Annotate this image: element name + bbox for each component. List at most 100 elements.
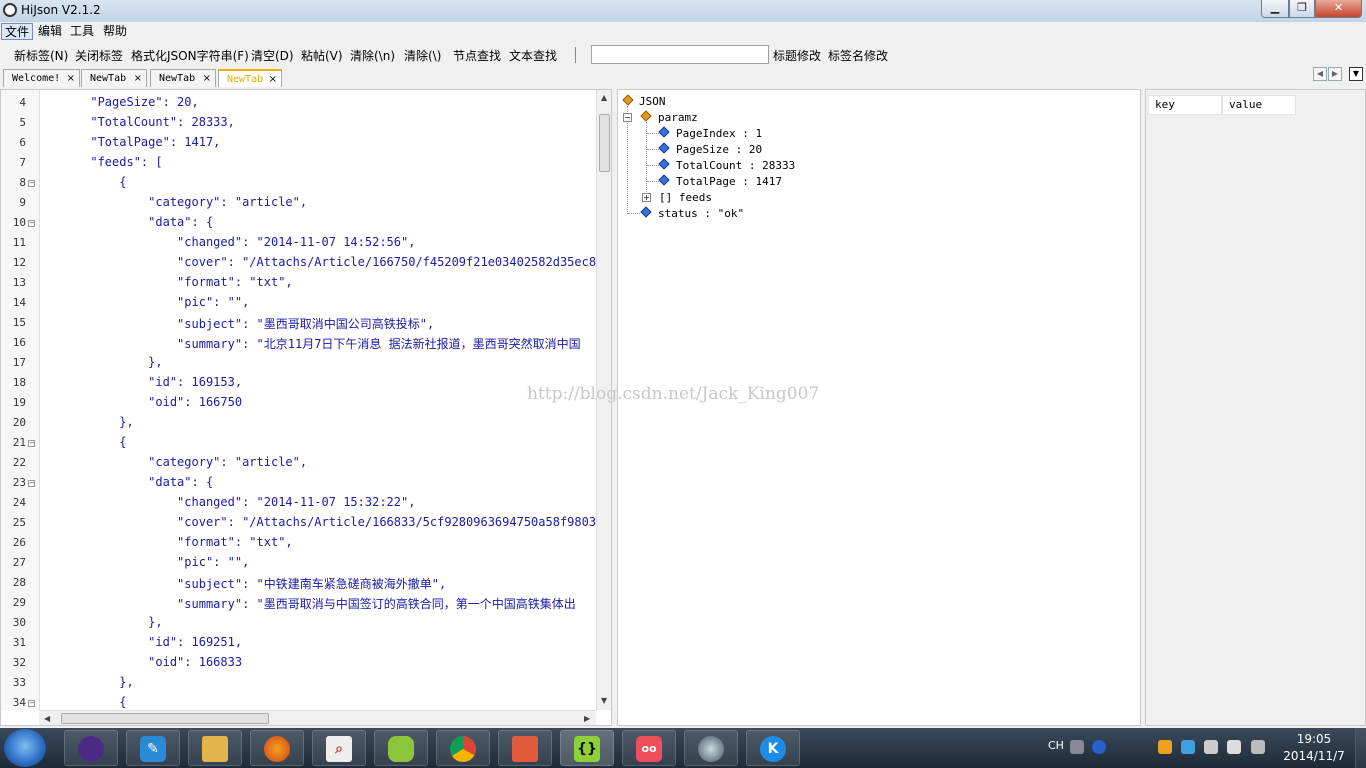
start-button[interactable] (4, 729, 46, 767)
json-tree-panel[interactable]: JSON − paramz PageIndex : 1 PageSize : 2… (617, 89, 1141, 726)
clock-date[interactable]: 2014/11/7 (1280, 749, 1348, 763)
key-column-header[interactable]: key (1148, 95, 1222, 115)
volume-icon[interactable] (1227, 740, 1241, 754)
object-node-icon (640, 110, 652, 122)
tree-guide-line (627, 106, 628, 214)
scroll-left-icon[interactable]: ◀ (44, 714, 50, 723)
tab-bar: Welcome! × NewTab × NewTab × NewTab × ◀ ▶ ▼ (0, 67, 1366, 88)
tab-close-icon[interactable]: × (67, 70, 75, 87)
horizontal-scroll-thumb[interactable] (61, 713, 269, 724)
network-app-icon[interactable] (1181, 740, 1195, 754)
tree-node-pagesize[interactable]: PageSize : 20 (676, 143, 762, 156)
node-find-button[interactable]: 节点查找 (453, 47, 501, 64)
remove-backslash-button[interactable]: 清除(\) (404, 47, 441, 64)
code-line: "data": { (47, 215, 214, 229)
tree-root[interactable]: JSON (639, 95, 666, 108)
taskbar-explorer[interactable] (188, 730, 242, 766)
scroll-up-icon[interactable]: ▲ (601, 93, 607, 102)
root-node-icon (622, 94, 634, 106)
tab-scroll-left-icon[interactable]: ◀ (1313, 67, 1327, 81)
code-line: "pic": "", (47, 555, 250, 569)
scroll-down-icon[interactable]: ▼ (601, 696, 607, 705)
paste-button[interactable]: 粘帖(V) (301, 47, 343, 64)
vertical-scroll-thumb[interactable] (599, 114, 610, 172)
taskbar-kugou[interactable]: K (746, 730, 800, 766)
maximize-button[interactable]: ❐ (1289, 0, 1315, 18)
search-input[interactable] (591, 45, 769, 64)
expand-icon[interactable]: + (642, 193, 651, 202)
value-node-icon (658, 142, 670, 154)
menu-tools[interactable]: 工具 (67, 23, 97, 40)
scroll-right-icon[interactable]: ▶ (584, 714, 590, 723)
toolbar-separator (575, 47, 576, 63)
code-line: "subject": "中铁建南车紧急磋商被海外撤单", (47, 577, 447, 591)
taskbar-eclipse[interactable] (64, 730, 118, 766)
code-line: "data": { (47, 475, 214, 489)
tab-newtab-2[interactable]: NewTab × (150, 69, 216, 87)
tab-close-icon[interactable]: × (134, 70, 142, 87)
clear-button[interactable]: 清空(D) (251, 47, 294, 64)
menu-file[interactable]: 文件 (1, 23, 34, 40)
tab-scroll-right-icon[interactable]: ▶ (1328, 67, 1342, 81)
code-line: }, (47, 415, 134, 429)
keyboard-icon[interactable] (1070, 740, 1084, 754)
tab-list-dropdown-icon[interactable]: ▼ (1349, 67, 1363, 81)
value-node-icon (658, 126, 670, 138)
circle-app-icon (698, 736, 724, 762)
taskbar-firefox[interactable] (250, 730, 304, 766)
toolbar: 新标签(N) 关闭标签 格式化JSON字符串(F) 清空(D) 粘帖(V) 清除… (0, 42, 1366, 68)
tab-welcome[interactable]: Welcome! × (3, 69, 80, 87)
tree-node-status[interactable]: status : "ok" (658, 207, 744, 220)
remove-newline-button[interactable]: 清除(\n) (350, 47, 395, 64)
tree-branch-line (647, 149, 659, 150)
code-line: "oid": 166833 (47, 655, 243, 669)
value-column-header[interactable]: value (1222, 95, 1296, 115)
new-tab-button[interactable]: 新标签(N) (14, 47, 68, 64)
title-edit-button[interactable]: 标题修改 (773, 47, 821, 64)
code-line: "category": "article", (47, 195, 308, 209)
network-icon[interactable] (1251, 740, 1265, 754)
tree-node-totalcount[interactable]: TotalCount : 28333 (676, 159, 795, 172)
tab-close-icon[interactable]: × (203, 70, 211, 87)
taskbar-chrome[interactable] (436, 730, 490, 766)
format-json-button[interactable]: 格式化JSON字符串(F) (131, 47, 249, 64)
tree-node-totalpage[interactable]: TotalPage : 1417 (676, 175, 782, 188)
tree-node-pageindex[interactable]: PageIndex : 1 (676, 127, 762, 140)
show-desktop-button[interactable] (1355, 728, 1366, 768)
code-line: "summary": "墨西哥取消与中国签订的高铁合同，第一个中国高铁集体出 (47, 597, 576, 611)
clock-time[interactable]: 19:05 (1284, 732, 1344, 746)
menu-edit[interactable]: 编辑 (35, 23, 65, 40)
qq-icon[interactable] (1158, 740, 1172, 754)
close-tab-button[interactable]: 关闭标签 (75, 47, 123, 64)
input-language-indicator[interactable]: CH (1048, 739, 1064, 752)
menu-help[interactable]: 帮助 (100, 23, 130, 40)
code-line: "PageSize": 20, (47, 95, 199, 109)
taskbar-search-tool[interactable]: ⌕ (312, 730, 366, 766)
code-line: }, (47, 355, 163, 369)
tab-name-edit-button[interactable]: 标签名修改 (828, 47, 888, 64)
taskbar-notes[interactable]: ✎ (126, 730, 180, 766)
value-node-icon (640, 206, 652, 218)
tab-close-icon[interactable]: × (269, 71, 277, 88)
code-line: "format": "txt", (47, 275, 293, 289)
minimize-button[interactable]: ▁ (1261, 0, 1289, 18)
tree-node-feeds[interactable]: [] feeds (659, 191, 712, 204)
taskbar-flickr[interactable]: oo (622, 730, 676, 766)
tab-newtab-1[interactable]: NewTab × (81, 69, 147, 87)
taskbar-android[interactable] (374, 730, 428, 766)
horizontal-scrollbar[interactable]: ◀ ▶ (39, 710, 596, 725)
json-editor[interactable]: 4 5 6 7 8−9 10−11 12 13 14 15 16 17 18 19 20 21−22 23−24… (0, 89, 612, 726)
help-icon[interactable] (1092, 740, 1106, 754)
close-button[interactable]: ✕ (1315, 0, 1362, 18)
tab-newtab-active[interactable]: NewTab × (218, 69, 282, 87)
taskbar-hijson[interactable]: {} (560, 730, 614, 766)
collapse-icon[interactable]: − (623, 113, 632, 122)
taskbar-steam[interactable] (684, 730, 738, 766)
tab-label: NewTab (159, 73, 196, 84)
device-icon[interactable] (1204, 740, 1218, 754)
text-find-button[interactable]: 文本查找 (509, 47, 557, 64)
taskbar-reader[interactable] (498, 730, 552, 766)
reader-icon (512, 736, 538, 762)
tree-node-paramz[interactable]: paramz (658, 111, 698, 124)
tree-branch-line (647, 133, 659, 134)
